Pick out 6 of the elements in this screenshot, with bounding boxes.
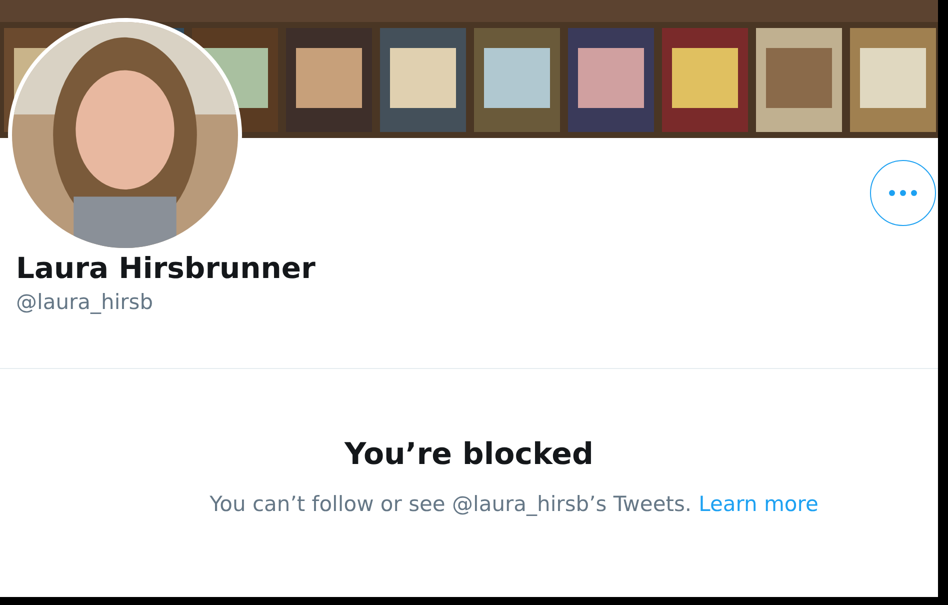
more-icon — [888, 189, 918, 197]
profile-handle: @laura_hirsb — [16, 289, 154, 316]
blocked-message: You can’t follow or see @laura_hirsb’s Tweets. — [210, 492, 692, 516]
blocked-title: You’re blocked — [344, 437, 594, 472]
profile-name: Laura Hirsbrunner — [16, 250, 316, 286]
learn-more-link[interactable]: Learn more — [698, 492, 818, 516]
